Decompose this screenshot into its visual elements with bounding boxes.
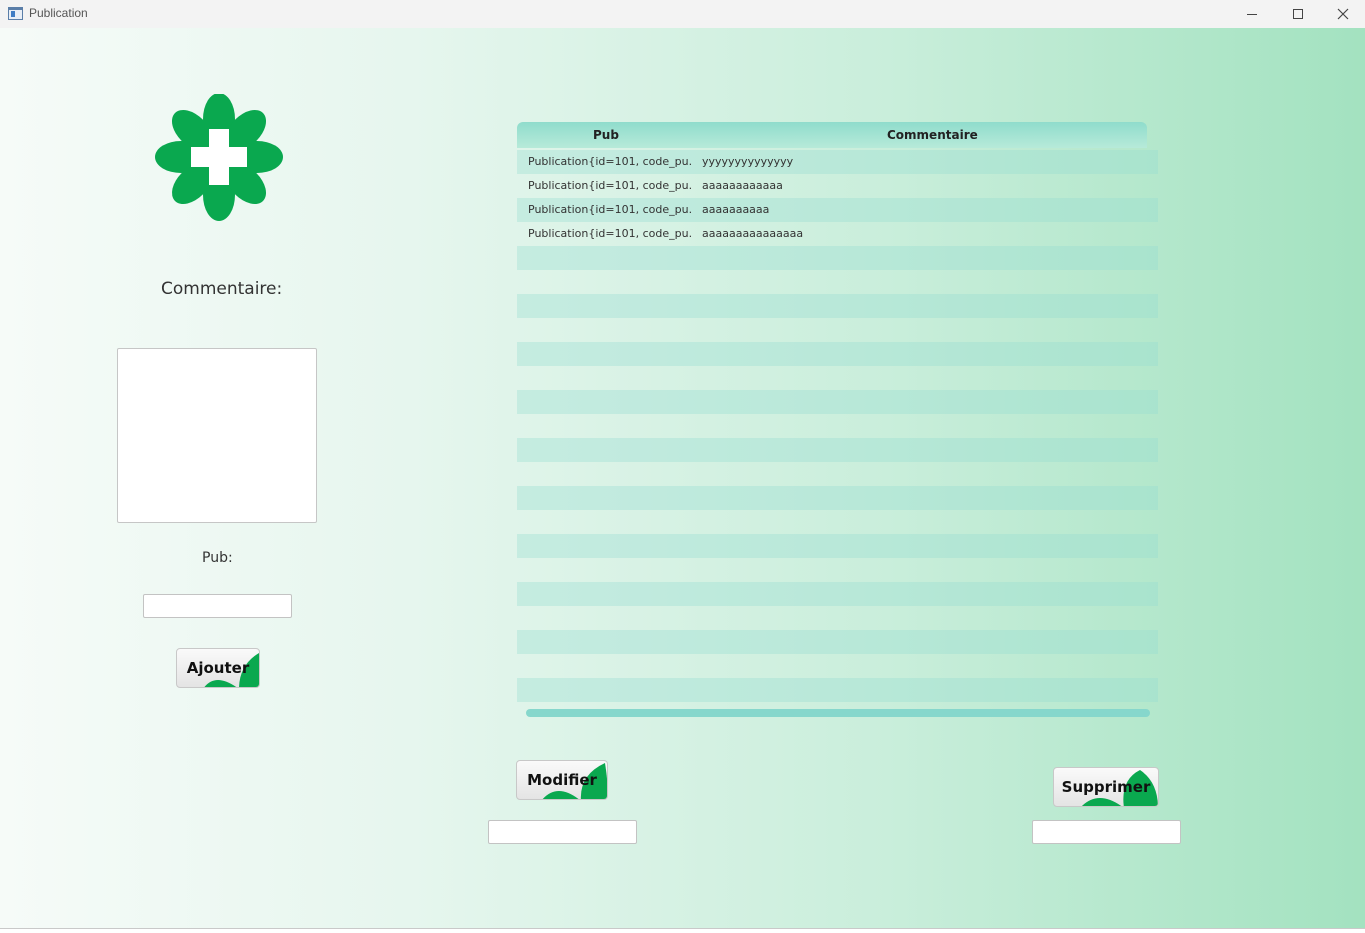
add-button-label: Ajouter [186,659,250,677]
window-title: Publication [29,6,88,20]
cell-commentaire: aaaaaaaaaaaaaaa [702,227,804,240]
window-bottom-edge [0,928,1365,933]
pub-label: Pub: [202,550,233,566]
empty-row [517,582,1158,606]
delete-button-label: Supprimer [1061,778,1151,796]
close-button[interactable] [1320,0,1365,28]
minimize-icon [1247,13,1257,15]
empty-row [517,390,1158,414]
pharmacy-logo-icon [155,94,283,221]
table-row[interactable]: Publication{id=101, code_pu... aaaaaaaaa… [517,198,1158,222]
cell-pub: Publication{id=101, code_pu... [528,179,693,192]
empty-row [517,246,1158,270]
minimize-button[interactable] [1229,0,1275,28]
pub-input[interactable] [143,594,292,618]
table-row[interactable]: Publication{id=101, code_pu... aaaaaaaaa… [517,174,1158,198]
close-icon [1337,8,1349,20]
delete-button[interactable]: Supprimer [1053,767,1159,807]
comment-label: Commentaire: [161,279,283,299]
table-row[interactable]: Publication{id=101, code_pu... aaaaaaaaa… [517,222,1158,246]
cell-pub: Publication{id=101, code_pu... [528,203,693,216]
empty-row [517,534,1158,558]
column-header-commentaire[interactable]: Commentaire [887,128,978,142]
table-header: Pub Commentaire [517,122,1147,148]
add-button[interactable]: Ajouter [176,648,260,688]
cell-commentaire: aaaaaaaaaaaa [702,179,783,192]
maximize-button[interactable] [1275,0,1321,28]
empty-row [517,438,1158,462]
empty-row [517,678,1158,702]
empty-row [517,630,1158,654]
main-content: Commentaire: Pub: Ajouter Pub Commentair… [0,28,1365,928]
table-row[interactable]: Publication{id=101, code_pu... yyyyyyyyy… [517,150,1158,174]
empty-row [517,342,1158,366]
app-icon [8,7,23,20]
publication-table[interactable]: Pub Commentaire Publication{id=101, code… [517,122,1158,722]
horizontal-scrollbar[interactable] [526,709,1150,717]
delete-input[interactable] [1032,820,1181,844]
cell-commentaire: aaaaaaaaaa [702,203,770,216]
title-bar: Publication [0,0,1365,28]
column-header-pub[interactable]: Pub [593,128,619,142]
maximize-icon [1293,9,1303,19]
cell-pub: Publication{id=101, code_pu... [528,227,693,240]
empty-row [517,486,1158,510]
empty-row [517,294,1158,318]
modify-input[interactable] [488,820,637,844]
cell-commentaire: yyyyyyyyyyyyyy [702,155,794,168]
app-window: Publication Commentaire: Pub: Ajouter Pu… [0,0,1365,933]
modify-button[interactable]: Modifier [516,760,608,800]
cell-pub: Publication{id=101, code_pu... [528,155,693,168]
comment-textarea[interactable] [117,348,317,523]
modify-button-label: Modifier [527,771,597,789]
